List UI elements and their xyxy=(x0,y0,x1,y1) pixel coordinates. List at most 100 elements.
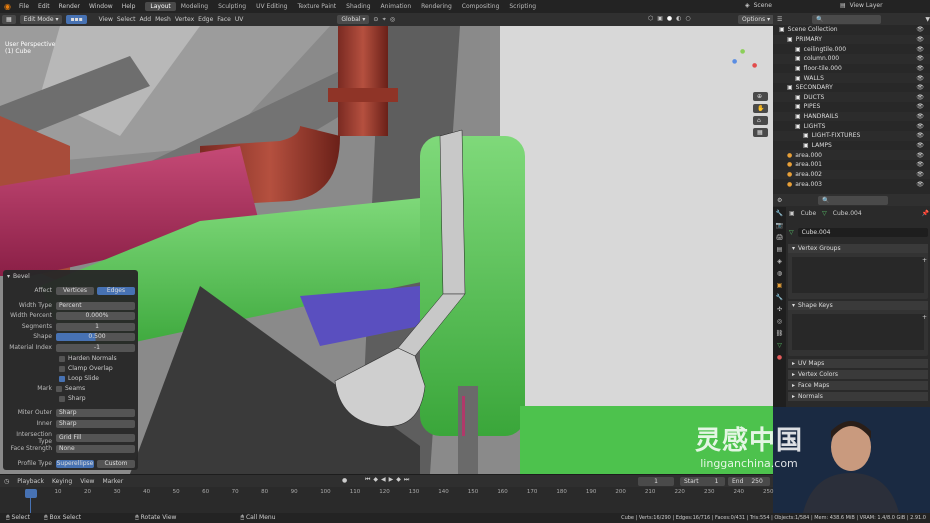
menu-view[interactable]: View xyxy=(99,16,113,23)
scene-selector[interactable]: ◈ Scene xyxy=(745,2,772,9)
material-index-field[interactable]: -1 xyxy=(56,343,135,352)
outliner-row[interactable]: ● area.003 👁 xyxy=(773,179,930,189)
proportional-icon[interactable]: ◎ xyxy=(390,16,395,23)
width-type-select[interactable]: Percent xyxy=(56,301,135,310)
harden-normals-checkbox[interactable]: Harden Normals xyxy=(3,354,138,363)
editor-type-button[interactable]: ▦ xyxy=(2,15,16,24)
outliner-row[interactable]: ▣ HANDRAILS 👁 xyxy=(773,111,930,122)
menu-vertex[interactable]: Vertex xyxy=(175,16,194,23)
zoom-icon[interactable]: ⊕ xyxy=(753,92,769,101)
filter-icon[interactable]: ▼ xyxy=(925,16,930,23)
mode-dropdown[interactable]: Edit Mode ▾ xyxy=(19,15,63,24)
visibility-eye-icon[interactable]: 👁 xyxy=(916,161,924,168)
modifier-tab-icon[interactable]: 🔧 xyxy=(776,294,783,301)
visibility-eye-icon[interactable]: 👁 xyxy=(916,123,924,130)
playhead[interactable] xyxy=(25,489,37,498)
outliner-editor-icon[interactable]: ☰ xyxy=(777,16,782,23)
world-tab-icon[interactable]: ◍ xyxy=(777,270,782,277)
clamp-overlap-checkbox[interactable]: Clamp Overlap xyxy=(3,364,138,373)
object-tab-icon[interactable]: ▣ xyxy=(777,282,783,289)
output-tab-icon[interactable]: 🖨 xyxy=(776,234,784,241)
affect-edges-button[interactable]: Edges xyxy=(97,286,135,295)
miter-inner-select[interactable]: Sharp xyxy=(56,419,135,428)
mesh-browse-icon[interactable]: ▽ xyxy=(789,229,794,236)
menu-file[interactable]: File xyxy=(19,3,29,10)
mark-seams-check[interactable] xyxy=(56,385,62,392)
visibility-eye-icon[interactable]: 👁 xyxy=(916,171,924,178)
solid-shading-icon[interactable]: ● xyxy=(667,15,672,22)
visibility-eye-icon[interactable]: 👁 xyxy=(916,55,924,62)
menu-mesh[interactable]: Mesh xyxy=(155,16,171,23)
tab-shading[interactable]: Shading xyxy=(341,2,375,11)
visibility-eye-icon[interactable]: 👁 xyxy=(916,84,924,91)
properties-editor-icon[interactable]: ⚙ xyxy=(777,197,782,204)
menu-face[interactable]: Face xyxy=(217,16,231,23)
add-vertex-group-icon[interactable]: + xyxy=(922,257,927,264)
profile-superellipse-button[interactable]: Superellipse xyxy=(56,459,94,468)
intersection-type-select[interactable]: Grid Fill xyxy=(56,433,135,442)
tab-animation[interactable]: Animation xyxy=(376,2,417,11)
outliner-row[interactable]: ▣ DUCTS 👁 xyxy=(773,92,930,103)
select-mode-buttons[interactable]: ▪▪▪ xyxy=(66,15,87,24)
data-tab-icon[interactable]: ▽ xyxy=(777,342,782,349)
outliner-row[interactable]: ● area.000 👁 xyxy=(773,150,930,160)
tab-rendering[interactable]: Rendering xyxy=(416,2,457,11)
outliner-row[interactable]: ▣ floor-tile.000 👁 xyxy=(773,64,930,74)
navigation-gizmo[interactable]: ● ● ● xyxy=(728,48,758,78)
options-button[interactable]: Options ▾ xyxy=(738,15,775,24)
outliner-row[interactable]: ▣ column.000 👁 xyxy=(773,53,930,64)
outliner-row[interactable]: ▣ ceilingtile.000 👁 xyxy=(773,44,930,54)
face-maps-header[interactable]: ▸ Face Maps xyxy=(788,381,928,390)
properties-search-input[interactable]: 🔍 xyxy=(818,195,889,205)
menu-help[interactable]: Help xyxy=(122,3,136,10)
visibility-eye-icon[interactable]: 👁 xyxy=(916,181,924,188)
render-tab-icon[interactable]: 📷 xyxy=(776,222,783,229)
segments-field[interactable]: 1 xyxy=(56,322,135,331)
constraints-tab-icon[interactable]: ⛓ xyxy=(776,330,784,337)
tab-layout[interactable]: Layout xyxy=(145,2,176,11)
outliner-row[interactable]: ▣ PIPES 👁 xyxy=(773,102,930,112)
visibility-eye-icon[interactable]: 👁 xyxy=(916,75,924,82)
vertex-groups-header[interactable]: ▾ Vertex Groups xyxy=(788,244,928,253)
outliner-row[interactable]: ▣ LAMPS 👁 xyxy=(773,141,930,151)
tool-tab-icon[interactable]: 🔧 xyxy=(776,210,783,217)
physics-tab-icon[interactable]: ◎ xyxy=(777,318,782,325)
pivot-icon[interactable]: ⊙ xyxy=(373,16,378,23)
visibility-eye-icon[interactable]: 👁 xyxy=(916,142,924,149)
blender-logo-icon[interactable]: ◉ xyxy=(4,2,11,11)
camera-icon[interactable]: ⌂ xyxy=(753,116,769,125)
uv-maps-header[interactable]: ▸ UV Maps xyxy=(788,359,928,368)
mark-sharp-checkbox[interactable]: Sharp xyxy=(3,394,138,403)
menu-uv[interactable]: UV xyxy=(235,16,244,23)
tab-compositing[interactable]: Compositing xyxy=(457,2,505,11)
pin-icon[interactable]: 📌 xyxy=(922,210,929,217)
normals-header[interactable]: ▸ Normals xyxy=(788,392,928,401)
xray-icon[interactable]: ▣ xyxy=(657,15,663,22)
visibility-eye-icon[interactable]: 👁 xyxy=(916,26,924,33)
view-layer-selector[interactable]: ▤ View Layer xyxy=(840,2,883,9)
outliner-row[interactable]: ▣ SECONDARY 👁 xyxy=(773,83,930,93)
outliner-row[interactable]: ▣ LIGHTS 👁 xyxy=(773,121,930,131)
outliner-row[interactable]: ▣ Scene Collection 👁 xyxy=(773,25,930,35)
overlay-icon[interactable]: ⬡ xyxy=(648,15,653,22)
tab-uv-editing[interactable]: UV Editing xyxy=(251,2,292,11)
orientation-dropdown[interactable]: Global ▾ xyxy=(337,15,370,24)
menu-edge[interactable]: Edge xyxy=(198,16,213,23)
vertex-groups-list[interactable]: + xyxy=(792,257,927,293)
outliner-row[interactable]: ● area.001 👁 xyxy=(773,160,930,170)
pan-icon[interactable]: ✋ xyxy=(753,104,769,113)
visibility-eye-icon[interactable]: 👁 xyxy=(916,36,924,43)
menu-add[interactable]: Add xyxy=(139,16,151,23)
shape-keys-list[interactable]: + xyxy=(792,314,927,350)
miter-outer-select[interactable]: Sharp xyxy=(56,408,135,417)
material-shading-icon[interactable]: ◐ xyxy=(676,15,681,22)
tab-scripting[interactable]: Scripting xyxy=(504,2,541,11)
visibility-eye-icon[interactable]: 👁 xyxy=(916,94,924,101)
outliner-row[interactable]: ▣ LIGHT-FIXTURES 👁 xyxy=(773,131,930,141)
affect-vertices-button[interactable]: Vertices xyxy=(56,286,94,295)
scene-tab-icon[interactable]: ◈ xyxy=(777,258,782,265)
visibility-eye-icon[interactable]: 👁 xyxy=(916,152,924,159)
outliner-row[interactable]: ▣ WALLS 👁 xyxy=(773,73,930,83)
width-percent-field[interactable]: 0.000% xyxy=(56,311,135,320)
rendered-shading-icon[interactable]: ○ xyxy=(685,15,690,22)
